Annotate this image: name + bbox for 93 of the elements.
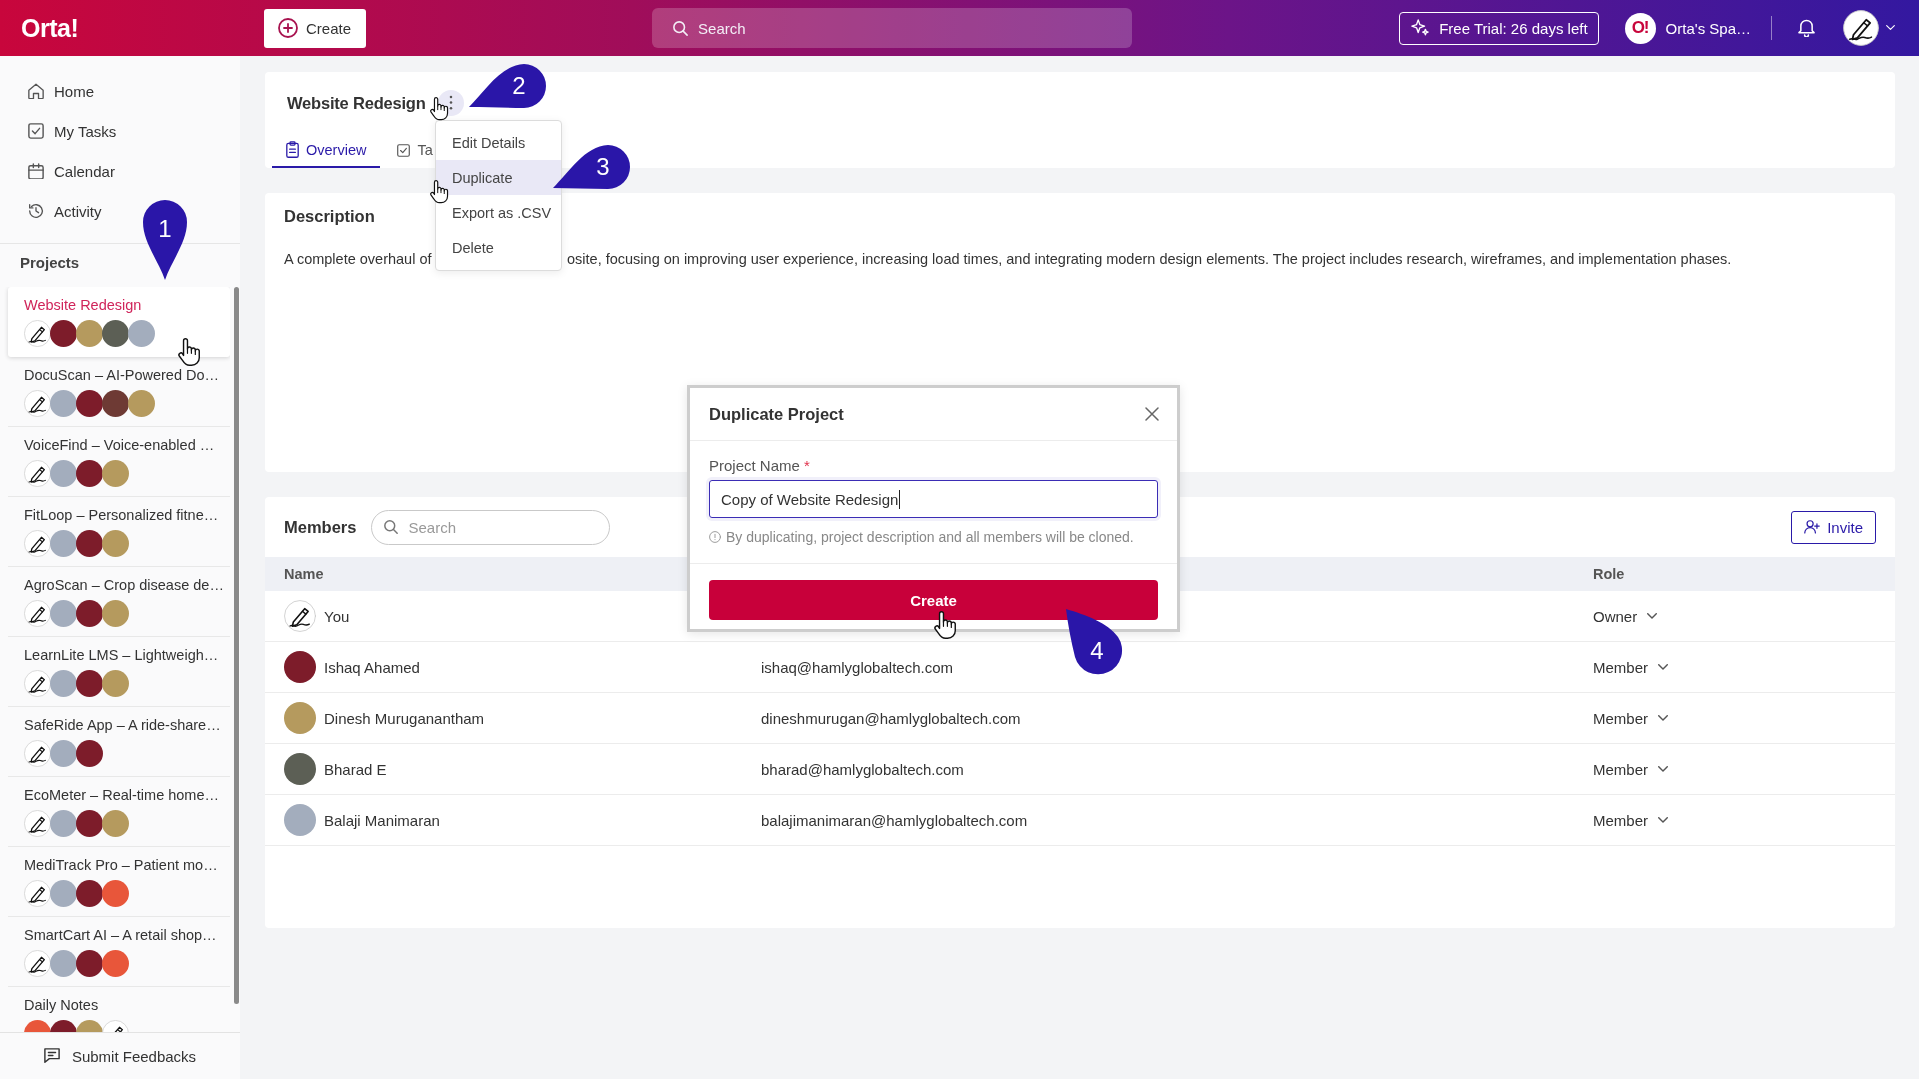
kebab-menu-icon bbox=[448, 95, 453, 111]
role-dropdown[interactable]: Member bbox=[1593, 760, 1668, 778]
workspace-name[interactable]: Orta's Spa… bbox=[1665, 19, 1751, 37]
app-logo: Orta! bbox=[21, 14, 79, 42]
info-icon bbox=[709, 531, 721, 543]
member-name: You bbox=[324, 607, 350, 625]
pen-avatar-icon bbox=[24, 390, 51, 417]
pen-avatar-icon bbox=[24, 810, 51, 837]
hand-cursor-icon bbox=[177, 338, 201, 367]
member-email: balajimanimaran@hamlyglobaltech.com bbox=[761, 811, 1028, 829]
member-email: ishaq@hamlyglobaltech.com bbox=[761, 658, 953, 676]
checkbox-icon bbox=[28, 123, 44, 139]
project-item[interactable]: Website Redesign bbox=[8, 287, 230, 357]
chevron-down-icon bbox=[1647, 613, 1658, 619]
plus-circle-icon bbox=[278, 18, 298, 38]
checkbox-icon bbox=[397, 143, 411, 157]
member-name: Dinesh Muruganantham bbox=[324, 709, 485, 727]
description-text: osite, focusing on improving user experience, increasing load times, and integrating modern design elements. The project includes research, wireframes, and implementation phases. bbox=[567, 250, 1732, 269]
member-name: Balaji Manimaran bbox=[324, 811, 440, 829]
project-item[interactable]: MediTrack Pro – Patient mo… bbox=[8, 847, 230, 917]
history-icon bbox=[28, 203, 44, 219]
column-header: Name bbox=[284, 566, 324, 582]
pen-avatar-icon bbox=[24, 950, 51, 977]
member-name: Ishaq Ahamed bbox=[324, 658, 420, 676]
create-button[interactable]: Create bbox=[264, 8, 367, 48]
role-dropdown[interactable]: Member bbox=[1593, 709, 1668, 727]
role-dropdown[interactable]: Member bbox=[1593, 658, 1668, 676]
scrollbar-thumb[interactable] bbox=[234, 287, 239, 1004]
project-name-input[interactable]: Copy of Website Redesign bbox=[709, 480, 1158, 518]
project-item[interactable]: AgroScan – Crop disease de… bbox=[8, 567, 230, 637]
search-icon bbox=[384, 520, 399, 534]
chevron-down-icon bbox=[1658, 817, 1668, 823]
project-item[interactable]: FitLoop – Personalized fitne… bbox=[8, 497, 230, 567]
menu-item[interactable]: Export as .CSV bbox=[436, 195, 561, 230]
member-email: bharad@hamlyglobaltech.com bbox=[761, 760, 964, 778]
pen-avatar-icon bbox=[284, 600, 316, 632]
chevron-down-icon bbox=[1658, 664, 1668, 670]
step-marker: 2 bbox=[467, 63, 547, 109]
project-item[interactable]: DocuScan – AI-Powered Do… bbox=[8, 357, 230, 427]
search-field[interactable]: Search bbox=[652, 8, 1133, 48]
sparkle-icon bbox=[1411, 19, 1430, 37]
section-heading: Members bbox=[284, 517, 357, 537]
pen-avatar-icon bbox=[24, 880, 51, 907]
invite-button[interactable]: Invite bbox=[1791, 510, 1876, 544]
nav-item[interactable]: Calendar bbox=[0, 151, 125, 191]
menu-item[interactable]: Duplicate bbox=[436, 160, 561, 195]
nav-item[interactable]: Activity bbox=[0, 191, 112, 231]
home-icon bbox=[28, 82, 44, 100]
workspace-logo[interactable]: O! bbox=[1624, 12, 1656, 44]
section-heading: Projects bbox=[20, 253, 80, 273]
step-marker: 4 bbox=[1064, 607, 1124, 675]
menu-item[interactable]: Delete bbox=[436, 230, 561, 265]
clipboard-icon bbox=[286, 141, 299, 159]
user-plus-icon bbox=[1804, 520, 1821, 534]
close-icon bbox=[1145, 407, 1159, 421]
tab[interactable]: Ta bbox=[390, 134, 433, 168]
field-label: Project Name * bbox=[709, 456, 810, 476]
member-name: Bharad E bbox=[324, 760, 387, 778]
pen-avatar-icon bbox=[24, 740, 51, 767]
section-heading: Description bbox=[284, 206, 375, 227]
chat-icon bbox=[43, 1048, 60, 1064]
pen-avatar-icon[interactable] bbox=[1843, 10, 1879, 46]
hint-text: By duplicating, project description and all members will be cloned. bbox=[726, 528, 1134, 547]
step-marker: 3 bbox=[551, 144, 631, 190]
project-item[interactable]: VoiceFind – Voice-enabled … bbox=[8, 427, 230, 497]
role-dropdown[interactable]: Owner bbox=[1593, 607, 1658, 625]
text-caret bbox=[899, 489, 901, 509]
pen-avatar-icon bbox=[24, 670, 51, 697]
project-title: Website Redesign bbox=[287, 93, 426, 113]
chevron-down-icon bbox=[1658, 715, 1668, 721]
member-email: dineshmurugan@hamlyglobaltech.com bbox=[761, 709, 1021, 727]
create-button[interactable]: Create bbox=[709, 580, 1158, 620]
pen-avatar-icon bbox=[24, 460, 51, 487]
chevron-down-icon[interactable] bbox=[1886, 25, 1895, 31]
pen-avatar-icon bbox=[24, 530, 51, 557]
description-text: A complete overhaul of bbox=[284, 250, 432, 269]
project-item[interactable]: EcoMeter – Real-time home… bbox=[8, 777, 230, 847]
dialog-title: Duplicate Project bbox=[709, 404, 844, 424]
project-item[interactable]: SmartCart AI – A retail shop… bbox=[8, 917, 230, 987]
column-header: Role bbox=[1593, 566, 1625, 582]
pen-avatar-icon bbox=[24, 320, 51, 347]
bell-icon[interactable] bbox=[1798, 19, 1815, 37]
pen-avatar-icon bbox=[24, 600, 51, 627]
tab[interactable]: Overview bbox=[272, 134, 381, 168]
search-icon bbox=[673, 20, 689, 36]
nav-item[interactable]: My Tasks bbox=[0, 111, 127, 151]
project-item[interactable]: SafeRide App – A ride-share… bbox=[8, 707, 230, 777]
chevron-down-icon bbox=[1658, 766, 1668, 772]
project-item[interactable]: LearnLite LMS – Lightweigh… bbox=[8, 637, 230, 707]
calendar-icon bbox=[28, 162, 44, 180]
free-trial-button[interactable]: Free Trial: 26 days left bbox=[1399, 11, 1599, 45]
nav-item[interactable]: Home bbox=[0, 71, 104, 111]
role-dropdown[interactable]: Member bbox=[1593, 811, 1668, 829]
